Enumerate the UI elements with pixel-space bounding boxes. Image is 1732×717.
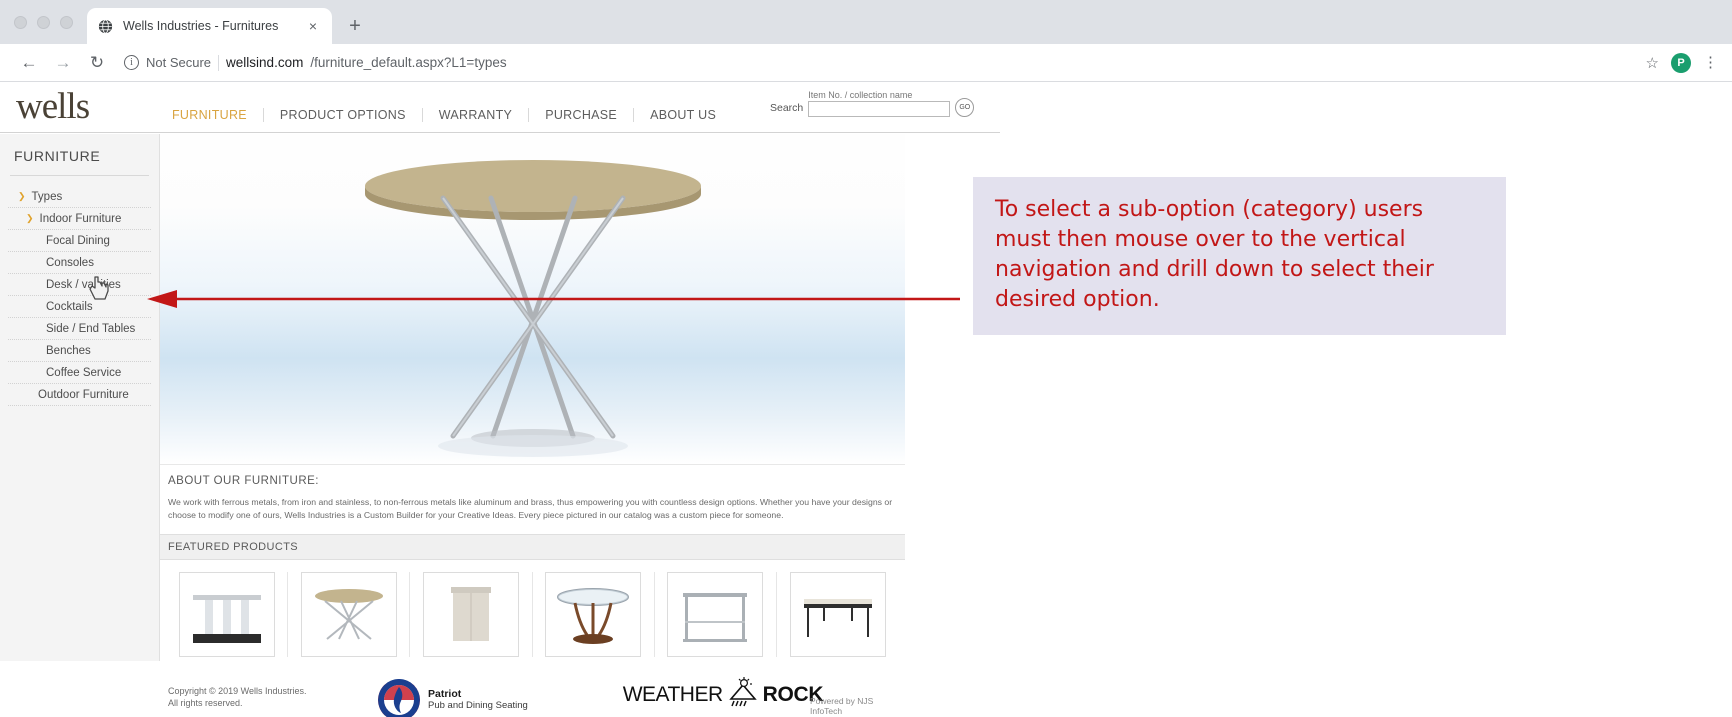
sidebar-item-focal-dining[interactable]: Focal Dining xyxy=(8,230,151,252)
sidebar-item-indoor-furniture[interactable]: ❯ Indoor Furniture xyxy=(8,208,151,230)
browser-chrome: Wells Industries - Furnitures × + ← → ↻ … xyxy=(0,0,1732,82)
mouse-cursor xyxy=(89,276,109,300)
product-thumbnail-metal-frame-bench-table[interactable] xyxy=(789,572,886,657)
featured-products-title: FEATURED PRODUCTS xyxy=(160,534,905,560)
vertical-navigation: FURNITURE ❯ Types ❯ Indoor Furniture Foc… xyxy=(0,134,160,661)
page-viewport: wells FURNITURE PRODUCT OPTIONS WARRANTY… xyxy=(0,82,1732,717)
tab-title: Wells Industries - Furnitures xyxy=(123,19,279,33)
sidebar-item-benches[interactable]: Benches xyxy=(8,340,151,362)
sidebar-item-label: Benches xyxy=(46,344,91,357)
new-tab-button[interactable]: + xyxy=(340,11,370,41)
list-item[interactable] xyxy=(410,572,533,657)
nav-item-purchase[interactable]: PURCHASE xyxy=(528,108,633,122)
search-area: Search Item No. / collection name GO xyxy=(770,90,975,117)
about-title: ABOUT OUR FURNITURE: xyxy=(168,475,319,487)
sidebar-item-label: Indoor Furniture xyxy=(39,212,122,225)
sidebar-item-label: Focal Dining xyxy=(46,234,110,247)
sidebar-item-side-end-tables[interactable]: Side / End Tables xyxy=(8,318,151,340)
address-bar[interactable]: i Not Secure wellsind.com /furniture_def… xyxy=(124,50,1630,76)
security-status-label: Not Secure xyxy=(146,55,212,70)
bookmark-star-icon[interactable]: ☆ xyxy=(1646,54,1659,72)
sidebar-item-label: Side / End Tables xyxy=(46,322,136,335)
divider xyxy=(218,54,220,71)
weatherrock-weather-text: WEATHER xyxy=(622,682,723,706)
nav-item-product-options[interactable]: PRODUCT OPTIONS xyxy=(262,108,422,122)
nav-item-about-us[interactable]: ABOUT US xyxy=(633,108,732,122)
sidebar-item-label: Cocktails xyxy=(46,300,93,313)
list-item[interactable] xyxy=(288,572,411,657)
window-minimize-button[interactable] xyxy=(37,15,50,29)
info-icon[interactable]: i xyxy=(124,55,139,70)
sidebar-item-label: Coffee Service xyxy=(46,366,122,379)
product-thumbnail-pedestal-console-table[interactable] xyxy=(178,572,275,657)
primary-navigation: FURNITURE PRODUCT OPTIONS WARRANTY PURCH… xyxy=(172,82,732,132)
sidebar-item-outdoor-furniture[interactable]: Outdoor Furniture xyxy=(8,384,151,406)
search-field-wrapper: Item No. / collection name xyxy=(808,90,951,117)
site-header: wells FURNITURE PRODUCT OPTIONS WARRANTY… xyxy=(0,82,1000,133)
about-body: We work with ferrous metals, from iron a… xyxy=(168,497,893,520)
sidebar-item-label: Consoles xyxy=(46,256,94,269)
window-controls[interactable] xyxy=(14,0,87,44)
list-item[interactable] xyxy=(777,572,899,657)
globe-icon xyxy=(97,18,114,35)
powered-by-text: Powered by NJS InfoTech xyxy=(810,696,874,716)
annotation-arrow xyxy=(147,290,960,308)
product-thumbnail-rectangular-console-table[interactable] xyxy=(667,572,764,657)
avatar[interactable]: P xyxy=(1671,52,1691,73)
toolbar-right-actions: ☆ P ⋮ xyxy=(1646,52,1718,73)
sidebar-item-types[interactable]: ❯ Types xyxy=(8,186,151,208)
website-content: wells FURNITURE PRODUCT OPTIONS WARRANTY… xyxy=(0,82,1000,717)
sidebar-item-label: Outdoor Furniture xyxy=(38,388,129,401)
browser-tab[interactable]: Wells Industries - Furnitures × xyxy=(87,8,332,44)
annotation-callout: To select a sub-option (category) users … xyxy=(973,177,1506,335)
window-close-button[interactable] xyxy=(14,15,27,29)
sun-rain-icon xyxy=(723,677,763,712)
patriot-name: Patriot xyxy=(428,688,462,700)
tab-strip: Wells Industries - Furnitures × + xyxy=(0,0,1732,44)
window-maximize-button[interactable] xyxy=(60,15,73,29)
annotation-text: To select a sub-option (category) users … xyxy=(995,197,1434,312)
patriot-seal-icon xyxy=(378,679,420,717)
search-label: Search xyxy=(770,102,804,114)
back-button[interactable]: ← xyxy=(14,48,44,78)
url-host: wellsind.com xyxy=(226,55,304,70)
sidebar-item-consoles[interactable]: Consoles xyxy=(8,252,151,274)
search-hint-label: Item No. / collection name xyxy=(808,90,913,100)
list-item[interactable] xyxy=(533,572,655,657)
browser-toolbar: ← → ↻ i Not Secure wellsind.com /furnitu… xyxy=(0,44,1732,82)
close-icon[interactable]: × xyxy=(304,17,322,35)
sidebar-item-desk-vanities[interactable]: Desk / vanities xyxy=(8,274,151,296)
search-go-button[interactable]: GO xyxy=(955,98,975,117)
search-input[interactable] xyxy=(808,101,951,117)
copyright-line-2: All rights reserved. xyxy=(168,698,243,708)
product-thumbnail-glass-top-round-table[interactable] xyxy=(545,572,642,657)
sidebar-item-label: Types xyxy=(31,190,63,203)
header-divider xyxy=(0,132,1000,133)
about-section: ABOUT OUR FURNITURE: We work with ferrou… xyxy=(160,464,905,534)
main-content: ABOUT OUR FURNITURE: We work with ferrou… xyxy=(160,134,905,717)
product-thumbnail-round-cross-base-table[interactable] xyxy=(300,572,397,657)
nav-item-furniture[interactable]: FURNITURE xyxy=(172,108,263,122)
chevron-right-icon: ❯ xyxy=(26,213,34,223)
patriot-tagline: Pub and Dining Seating xyxy=(428,700,528,711)
site-footer: Copyright © 2019 Wells Industries. All r… xyxy=(160,669,905,717)
patriot-logo[interactable]: Patriot Pub and Dining Seating xyxy=(378,679,528,717)
product-thumbnail-tall-console-cabinet[interactable] xyxy=(422,572,519,657)
featured-products-list xyxy=(160,560,905,669)
copyright-line-1: Copyright © 2019 Wells Industries. xyxy=(168,686,307,696)
sidebar-item-coffee-service[interactable]: Coffee Service xyxy=(8,362,151,384)
reload-button[interactable]: ↻ xyxy=(82,48,112,78)
menu-icon[interactable]: ⋮ xyxy=(1703,55,1718,70)
forward-button[interactable]: → xyxy=(48,48,78,78)
copyright-text: Copyright © 2019 Wells Industries. All r… xyxy=(168,685,307,709)
sidebar-item-cocktails[interactable]: Cocktails xyxy=(8,296,151,318)
list-item[interactable] xyxy=(655,572,777,657)
url-path: /furniture_default.aspx?L1=types xyxy=(310,55,507,70)
chevron-right-icon: ❯ xyxy=(18,191,26,201)
list-item[interactable] xyxy=(166,572,289,657)
sidebar-title: FURNITURE xyxy=(14,148,101,164)
patriot-text: Patriot Pub and Dining Seating xyxy=(428,688,528,712)
nav-item-warranty[interactable]: WARRANTY xyxy=(421,108,528,122)
